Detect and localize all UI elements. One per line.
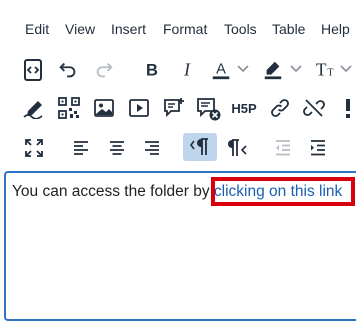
bold-icon: B <box>146 62 158 80</box>
align-center-button[interactable] <box>105 136 129 160</box>
insert-media-button[interactable] <box>127 96 151 120</box>
menu-insert[interactable]: Insert <box>111 21 146 37</box>
h5p-icon: H5P <box>231 101 257 116</box>
comment-add-icon <box>164 98 184 118</box>
highlight-color-button[interactable] <box>261 58 285 82</box>
align-center-icon <box>110 141 124 155</box>
paragraph-text: You can access the folder by <box>12 183 214 200</box>
link-icon <box>271 99 289 117</box>
svg-text:I: I <box>183 60 191 80</box>
text-color-icon: A <box>212 62 230 80</box>
fullscreen-icon <box>25 139 43 157</box>
signature-button[interactable] <box>21 96 47 120</box>
svg-text:B: B <box>146 62 158 80</box>
indent-button[interactable] <box>306 136 330 160</box>
italic-button[interactable]: I <box>175 58 199 82</box>
comment-delete-icon <box>197 98 221 121</box>
unlink-icon <box>303 99 325 117</box>
italic-icon: I <box>183 60 191 80</box>
delete-comment-button[interactable] <box>195 95 223 123</box>
redo-button[interactable] <box>92 58 116 82</box>
menu-view[interactable]: View <box>65 21 95 37</box>
align-left-button[interactable] <box>69 136 93 160</box>
insert-link-button[interactable] <box>268 96 292 120</box>
source-code-icon <box>24 59 42 81</box>
fullscreen-button[interactable] <box>22 136 46 160</box>
qr-code-button[interactable] <box>57 96 81 120</box>
menu-tools[interactable]: Tools <box>224 21 257 37</box>
insert-image-button[interactable] <box>92 96 116 120</box>
image-icon <box>94 99 114 117</box>
rtl-paragraph-icon <box>228 139 247 156</box>
accessibility-checker-button[interactable] <box>341 96 355 120</box>
redo-icon <box>96 62 113 78</box>
highlighter-icon <box>264 61 282 80</box>
indent-icon <box>311 140 325 156</box>
outdent-icon <box>276 140 290 156</box>
source-code-button[interactable] <box>20 57 46 83</box>
menu-edit[interactable]: Edit <box>25 21 49 37</box>
text-color-button[interactable]: A <box>209 58 233 82</box>
add-comment-button[interactable] <box>161 95 187 121</box>
exclamation-icon <box>346 99 350 118</box>
menu-format[interactable]: Format <box>163 21 207 37</box>
outdent-button[interactable] <box>271 136 295 160</box>
editor-paragraph[interactable]: You can access the folder by clicking on… <box>12 183 342 201</box>
ltr-direction-button[interactable] <box>183 133 217 161</box>
signature-pen-icon <box>23 101 43 119</box>
align-right-icon <box>145 141 159 155</box>
svg-text:H5P: H5P <box>231 101 257 116</box>
highlight-color-chevron-down-icon[interactable] <box>290 64 302 74</box>
undo-icon <box>59 62 76 78</box>
align-right-button[interactable] <box>140 136 164 160</box>
ltr-paragraph-icon <box>190 138 208 155</box>
qr-code-icon <box>58 97 80 119</box>
menu-help[interactable]: Help <box>321 21 350 37</box>
h5p-button[interactable]: H5P <box>230 96 258 120</box>
media-play-icon <box>129 99 149 117</box>
font-size-button[interactable]: T T <box>312 58 336 82</box>
menu-table[interactable]: Table <box>272 21 305 37</box>
rtl-direction-button[interactable] <box>224 136 250 160</box>
unlink-button[interactable] <box>302 96 326 120</box>
text-color-chevron-down-icon[interactable] <box>237 64 249 74</box>
bold-button[interactable]: B <box>140 58 164 82</box>
font-size-icon: T T <box>316 60 334 80</box>
menu-bar: Edit View Insert Format Tools Table Help <box>0 0 356 54</box>
svg-text:T: T <box>327 68 333 79</box>
undo-button[interactable] <box>56 58 80 82</box>
svg-text:A: A <box>216 62 226 78</box>
svg-text:T: T <box>316 60 327 80</box>
folder-link[interactable]: clicking on this link <box>214 183 342 200</box>
font-size-chevron-down-icon[interactable] <box>340 64 352 74</box>
align-left-icon <box>74 141 88 155</box>
editor-window: Edit View Insert Format Tools Table Help… <box>0 0 356 327</box>
